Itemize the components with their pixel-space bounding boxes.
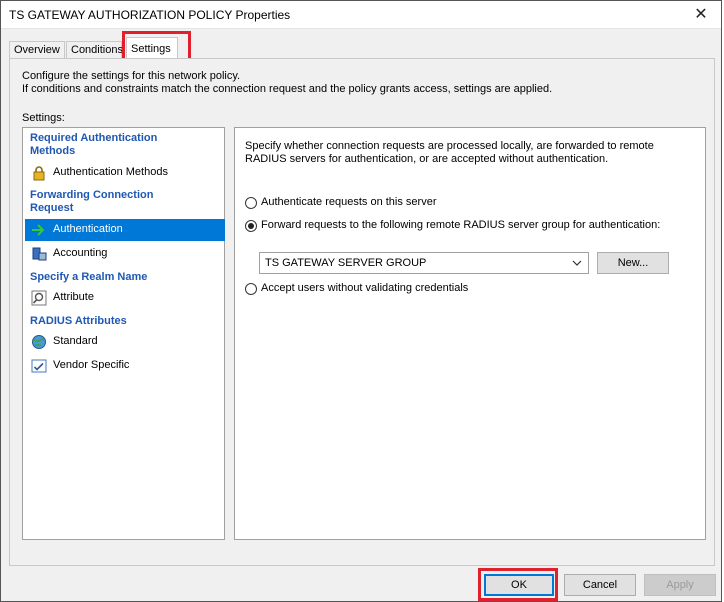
radio-label: Authenticate requests on this server xyxy=(261,196,437,208)
radio-circle-checked[interactable] xyxy=(245,220,257,232)
close-button[interactable]: ✕ xyxy=(691,5,711,25)
tab-overview-label: Overview xyxy=(14,44,60,56)
ok-button[interactable]: OK xyxy=(484,574,554,596)
tab-conditions-label: Conditions xyxy=(71,44,123,56)
nav-item-label: Vendor Specific xyxy=(53,359,130,371)
nav-item-label: Authentication Methods xyxy=(53,166,168,178)
nav-item-label: Authentication xyxy=(53,223,123,235)
tab-settings-label: Settings xyxy=(131,43,171,55)
radio-circle[interactable] xyxy=(245,197,257,209)
nav-item-authentication-methods[interactable]: Authentication Methods xyxy=(25,162,225,184)
server-group-dropdown[interactable]: TS GATEWAY SERVER GROUP xyxy=(259,252,589,274)
nav-item-vendor-specific[interactable]: Vendor Specific xyxy=(25,355,225,377)
globe-icon xyxy=(31,334,47,350)
radio-label: Forward requests to the following remote… xyxy=(261,219,661,231)
lock-icon xyxy=(31,165,47,181)
apply-button[interactable]: Apply xyxy=(644,574,716,596)
nav-group-realm: Specify a Realm Name xyxy=(30,271,148,283)
server-group-value: TS GATEWAY SERVER GROUP xyxy=(265,257,427,269)
nav-item-label: Attribute xyxy=(53,291,94,303)
checklist-icon xyxy=(31,358,47,374)
radio-circle[interactable] xyxy=(245,283,257,295)
chevron-down-icon xyxy=(572,256,582,273)
window-title: TS GATEWAY AUTHORIZATION POLICY Properti… xyxy=(9,8,291,22)
radio-label: Accept users without validating credenti… xyxy=(261,282,469,294)
tab-overview[interactable]: Overview xyxy=(9,41,65,59)
policy-description-line2: If conditions and constraints match the … xyxy=(22,83,553,95)
cancel-button[interactable]: Cancel xyxy=(564,574,636,596)
magnifier-icon xyxy=(31,290,47,306)
properties-dialog: TS GATEWAY AUTHORIZATION POLICY Properti… xyxy=(0,0,722,602)
nav-item-accounting[interactable]: Accounting xyxy=(25,243,225,265)
nav-item-label: Standard xyxy=(53,335,98,347)
nav-group-forwarding: Forwarding Connection Request xyxy=(30,189,154,214)
new-server-group-button[interactable]: New... xyxy=(597,252,669,274)
settings-label: Settings: xyxy=(22,112,65,124)
nav-group-radius-attributes: RADIUS Attributes xyxy=(30,315,127,327)
settings-tab-panel: Configure the settings for this network … xyxy=(9,58,715,566)
nav-group-required-auth: Required Authentication Methods xyxy=(30,132,158,157)
nav-item-standard[interactable]: Standard xyxy=(25,331,225,353)
nav-item-authentication[interactable]: Authentication xyxy=(25,219,225,241)
settings-nav-pane: Required Authentication Methods Authenti… xyxy=(22,127,225,540)
tab-conditions[interactable]: Conditions xyxy=(66,41,123,59)
arrow-right-icon xyxy=(31,222,47,238)
authentication-description: Specify whether connection requests are … xyxy=(245,140,654,165)
nav-item-attribute[interactable]: Attribute xyxy=(25,287,225,309)
authentication-settings-pane: Specify whether connection requests are … xyxy=(234,127,706,540)
title-bar: TS GATEWAY AUTHORIZATION POLICY Properti… xyxy=(1,1,721,29)
server-icon xyxy=(31,246,47,262)
policy-description-line1: Configure the settings for this network … xyxy=(22,70,241,82)
nav-item-label: Accounting xyxy=(53,247,108,259)
